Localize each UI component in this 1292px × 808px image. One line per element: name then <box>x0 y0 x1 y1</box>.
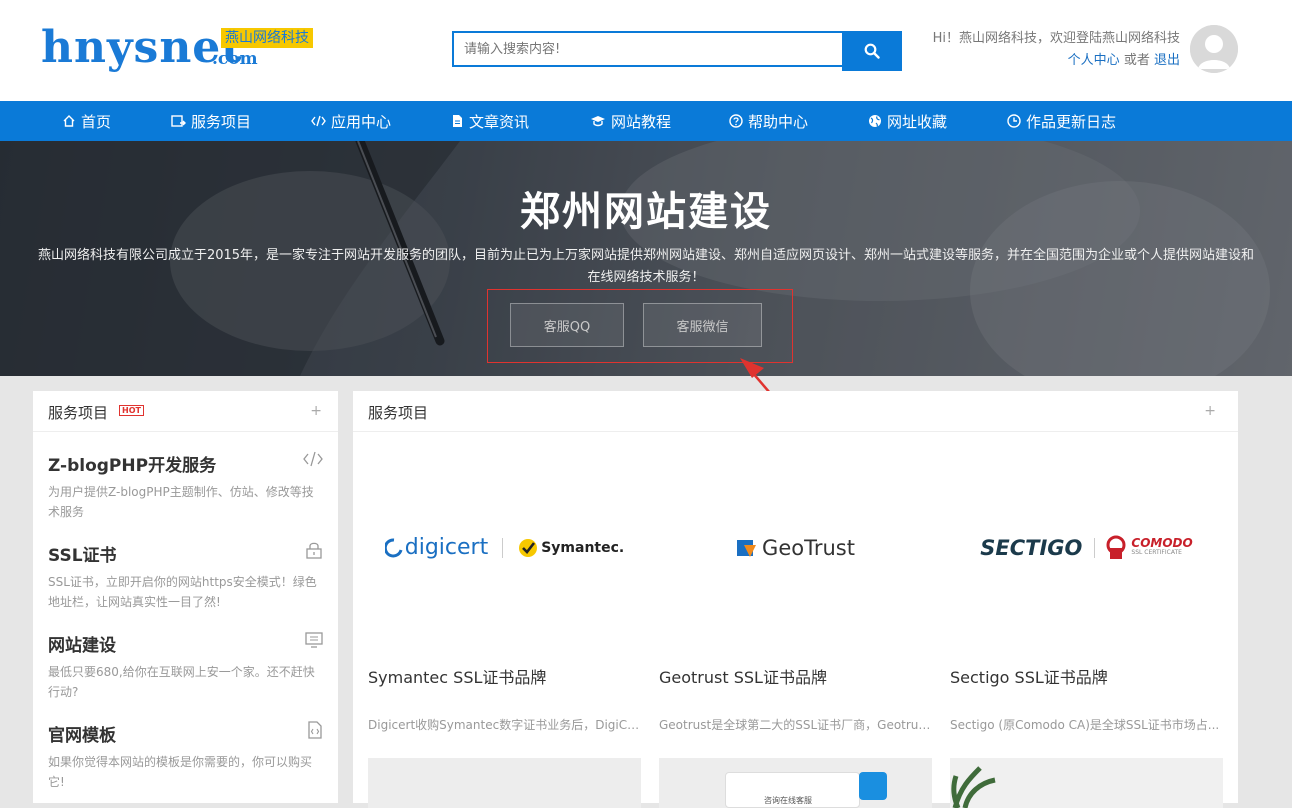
digicert-logo-text: digicert <box>404 535 489 560</box>
card-title[interactable]: Sectigo SSL证书品牌 <box>950 664 1108 688</box>
search-icon <box>864 43 880 59</box>
nav-item-home[interactable]: 首页 <box>62 101 111 141</box>
service-item-zblog[interactable]: Z-blogPHP开发服务 为用户提供Z-blogPHP主题制作、仿站、修改等技… <box>48 451 323 522</box>
card-logo: GeoTrust <box>659 440 932 655</box>
nav-item-bookmarks[interactable]: 网址收藏 <box>868 101 947 141</box>
main-nav: 首页 服务项目 应用中心 文章资讯 网站教程 帮助中心 网址收藏 作品更新日志 <box>0 101 1292 141</box>
comodo-logo-text: COMODO <box>1131 535 1193 550</box>
nav-label: 应用中心 <box>331 112 392 131</box>
user-avatar-icon <box>1190 25 1238 73</box>
search-input[interactable] <box>452 31 842 67</box>
card-logo: SECTIGO COMODO SSL CERTIFICATE <box>950 440 1223 655</box>
nav-label: 帮助中心 <box>748 112 809 131</box>
service-description: SSL证书，立即开启你的网站https安全模式！绿色地址栏，让网站真实性一目了然… <box>48 575 317 609</box>
document-icon <box>453 115 462 127</box>
card-image: 咨询在线客服 <box>659 758 932 808</box>
comodo-logo: COMODO SSL CERTIFICATE <box>1131 535 1193 558</box>
panel-title: 服务项目 <box>48 404 109 422</box>
hot-badge: HOT <box>119 405 144 416</box>
graduation-cap-icon <box>591 116 605 127</box>
monitor-icon <box>305 632 323 648</box>
nav-item-apps[interactable]: 应用中心 <box>311 101 391 141</box>
or-text: 或者 <box>1123 53 1150 68</box>
logo-divider <box>1094 537 1096 558</box>
panel-header: 服务项目 + <box>353 391 1238 432</box>
plant-image-icon <box>951 766 996 808</box>
service-description: 最低只要680,给你在互联网上安一个家。还不赶快行动? <box>48 665 315 699</box>
comodo-logo-icon <box>1106 535 1126 559</box>
code-icon <box>303 451 323 467</box>
nav-item-services[interactable]: 服务项目 <box>171 101 251 141</box>
search-button[interactable] <box>842 31 902 71</box>
search-bar <box>452 31 902 71</box>
symantec-check-icon <box>519 538 538 557</box>
service-title: 官网模板 <box>48 726 116 746</box>
digicert-logo-icon <box>384 537 403 557</box>
nav-label: 作品更新日志 <box>1026 112 1117 131</box>
clock-icon <box>1007 114 1021 128</box>
nav-label: 网址收藏 <box>887 112 948 131</box>
home-icon <box>63 115 75 127</box>
code-icon <box>311 115 326 127</box>
symantec-logo-text: Symantec. <box>541 539 625 556</box>
question-circle-icon <box>729 114 743 128</box>
nav-label: 首页 <box>81 112 112 131</box>
service-item-template[interactable]: 官网模板 如果你觉得本网站的模板是你需要的，你可以购买它! <box>48 721 323 792</box>
sectigo-logo-text: SECTIGO <box>980 535 1083 560</box>
globe-icon <box>869 115 881 127</box>
card-image <box>950 758 1223 808</box>
card-description: Digicert收购Symantec数字证书业务后，DigiCert... <box>368 718 641 732</box>
nav-label: 服务项目 <box>191 112 252 131</box>
panel-header: 服务项目 HOT + <box>33 391 338 432</box>
hero-description: 燕山网络科技有限公司成立于2015年，是一家专注于网站开发服务的团队，目前为止已… <box>37 248 1255 285</box>
nav-label: 文章资讯 <box>469 112 530 131</box>
logo-divider <box>502 537 504 558</box>
card-title[interactable]: Geotrust SSL证书品牌 <box>659 664 827 688</box>
service-item-ssl[interactable]: SSL证书 SSL证书，立即开启你的网站https安全模式！绿色地址栏，让网站真… <box>48 541 323 612</box>
logo-domain-suffix: .com <box>212 49 258 69</box>
card-image <box>368 758 641 808</box>
service-title: SSL证书 <box>48 546 117 566</box>
service-description: 如果你觉得本网站的模板是你需要的，你可以购买它! <box>48 755 313 789</box>
avatar[interactable] <box>1190 25 1238 73</box>
geotrust-logo-icon <box>737 539 757 557</box>
site-header: hnysnet 燕山网络科技 .com Hi！燕山网络科技，欢迎登陆燕山网络科技… <box>0 0 1292 101</box>
panel-title: 服务项目 <box>368 404 429 422</box>
site-logo[interactable]: hnysnet 燕山网络科技 .com <box>41 22 341 82</box>
expand-plus-button[interactable]: + <box>1204 403 1216 419</box>
nav-item-changelog[interactable]: 作品更新日志 <box>1007 101 1116 141</box>
card-description: Sectigo (原Comodo CA)是全球SSL证书市场占... <box>950 718 1220 732</box>
code-file-icon <box>308 721 322 739</box>
lock-icon <box>306 542 322 559</box>
nav-item-help[interactable]: 帮助中心 <box>729 101 808 141</box>
qq-icon <box>859 772 887 800</box>
geotrust-logo-text: GeoTrust <box>762 535 855 560</box>
expand-plus-button[interactable]: + <box>310 403 322 419</box>
external-box-icon <box>171 115 186 127</box>
service-title: 网站建设 <box>48 636 116 656</box>
service-item-website[interactable]: 网站建设 最低只要680,给你在互联网上安一个家。还不赶快行动? <box>48 631 323 702</box>
hero-title: 郑州网站建设 <box>520 189 772 235</box>
service-title: Z-blogPHP开发服务 <box>48 456 217 476</box>
service-description: 为用户提供Z-blogPHP主题制作、仿站、修改等技术服务 <box>48 485 314 519</box>
logo-subtitle: 燕山网络科技 <box>221 28 313 48</box>
user-center-link[interactable]: 个人中心 <box>1068 53 1120 68</box>
user-info: Hi！燕山网络科技，欢迎登陆燕山网络科技 个人中心 或者 退出 <box>933 28 1180 72</box>
card-description: Geotrust是全球第二大的SSL证书厂商，Geotrust... <box>659 718 932 732</box>
logout-link[interactable]: 退出 <box>1154 53 1180 68</box>
card-logo: digicert Symantec. <box>368 440 641 655</box>
chat-preview-text: 咨询在线客服 <box>764 796 812 805</box>
nav-item-tutorials[interactable]: 网站教程 <box>590 101 671 141</box>
annotation-highlight-box <box>487 289 793 363</box>
nav-label: 网站教程 <box>611 112 672 131</box>
nav-item-articles[interactable]: 文章资讯 <box>451 101 529 141</box>
greeting-text: Hi！燕山网络科技，欢迎登陆燕山网络科技 <box>932 31 1180 46</box>
card-title[interactable]: Symantec SSL证书品牌 <box>368 664 546 688</box>
sidebar-services-panel: 服务项目 HOT + Z-blogPHP开发服务 为用户提供Z-blogPHP主… <box>33 391 338 803</box>
